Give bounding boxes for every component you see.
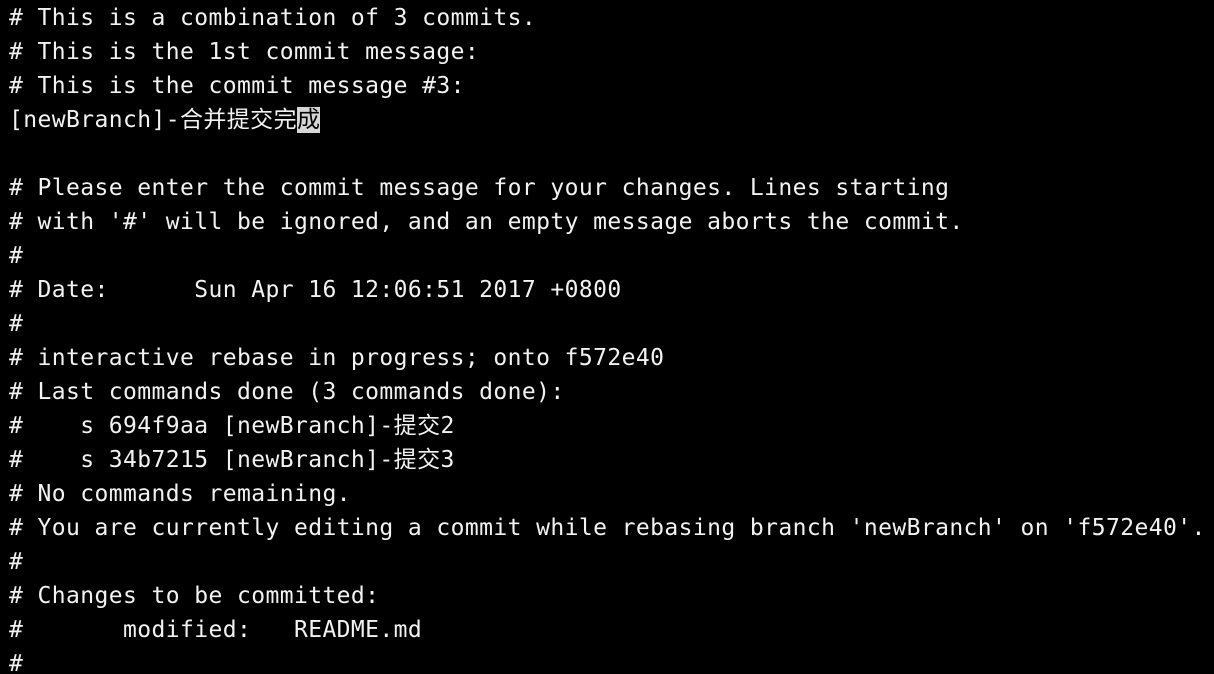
editor-line-1: # This is a combination of 3 commits.: [9, 5, 537, 31]
editor-line-5: [9, 137, 1209, 171]
editor-line-16: # You are currently editing a commit whi…: [9, 515, 1206, 541]
editor-line-18: # Changes to be committed:: [9, 583, 380, 609]
editor-line-11: # interactive rebase in progress; onto f…: [9, 345, 665, 371]
editor-line-15: # No commands remaining.: [9, 481, 351, 507]
commit-message-text: [newBranch]-合并提交完: [9, 107, 297, 133]
text-cursor: 成: [296, 107, 321, 133]
editor-line-3: # This is the commit message #3:: [9, 73, 465, 99]
editor-line-10: #: [9, 311, 24, 337]
editor-line-8: #: [9, 243, 24, 269]
editor-line-7: # with '#' will be ignored, and an empty…: [9, 209, 964, 235]
editor-line-9: # Date: Sun Apr 16 12:06:51 2017 +0800: [9, 277, 622, 303]
editor-line-19: # modified: README.md: [9, 617, 423, 643]
commit-message-editor[interactable]: # This is a combination of 3 commits. # …: [9, 1, 1209, 674]
editor-line-13: # s 694f9aa [newBranch]-提交2: [9, 413, 455, 439]
editor-line-20: #: [9, 651, 24, 674]
editor-line-2: # This is the 1st commit message:: [9, 39, 480, 65]
editor-line-17: #: [9, 549, 24, 575]
editor-line-14: # s 34b7215 [newBranch]-提交3: [9, 447, 455, 473]
commit-message-line[interactable]: [newBranch]-合并提交完成: [9, 103, 1209, 137]
editor-line-12: # Last commands done (3 commands done):: [9, 379, 565, 405]
editor-line-6: # Please enter the commit message for yo…: [9, 175, 950, 201]
